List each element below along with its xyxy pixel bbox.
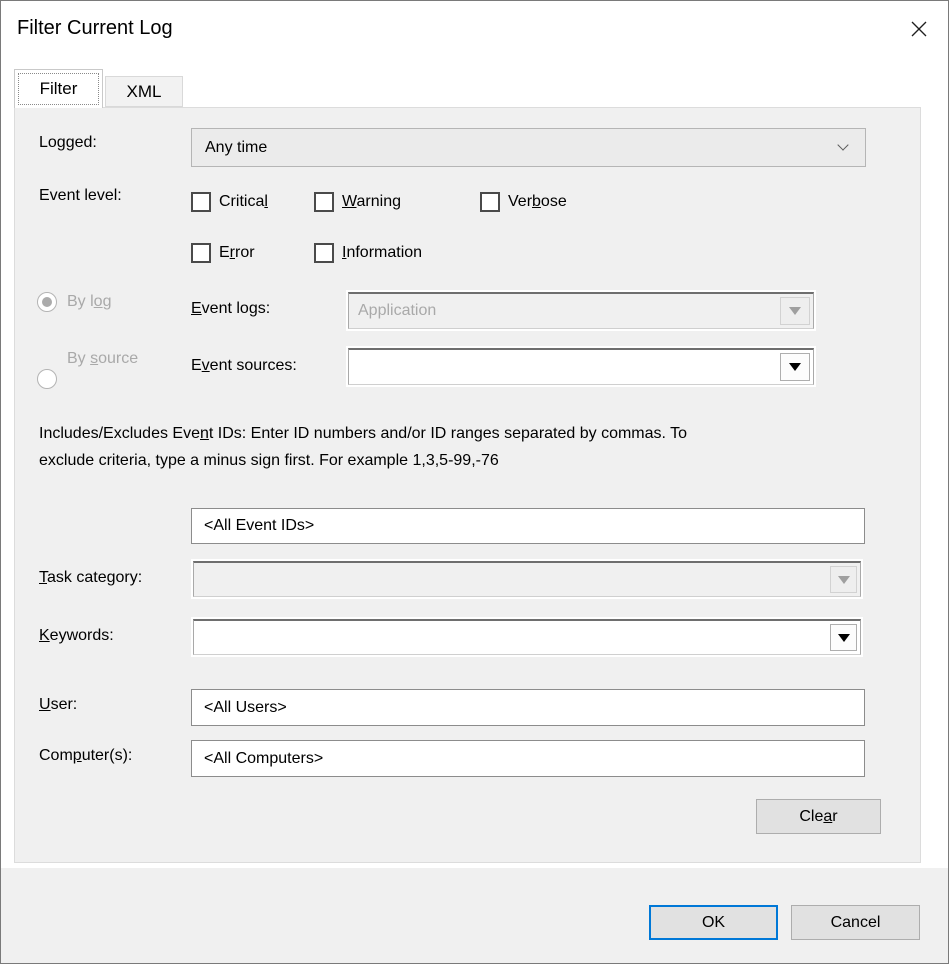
keywords-dropdown-button[interactable]: [830, 624, 857, 651]
event-sources-dropdown-button[interactable]: [780, 353, 810, 381]
computers-input[interactable]: [191, 740, 865, 777]
critical-label: Critical: [219, 193, 268, 210]
tab-xml[interactable]: XML: [105, 76, 183, 107]
triangle-down-icon: [789, 363, 801, 371]
event-logs-combobox: Application: [346, 290, 816, 331]
information-label: Information: [342, 244, 423, 261]
warning-checkbox[interactable]: [314, 192, 334, 212]
keywords-label: Keywords:: [39, 627, 114, 644]
triangle-down-icon: [789, 307, 801, 315]
cancel-button-label: Cancel: [830, 913, 881, 931]
verbose-checkbox[interactable]: [480, 192, 500, 212]
ok-button-label: OK: [701, 913, 726, 931]
event-sources-label: Event sources:: [191, 357, 297, 374]
event-sources-combobox[interactable]: [346, 346, 816, 387]
logged-label: Logged:: [39, 134, 97, 151]
task-category-label: Task category:: [39, 569, 143, 586]
critical-checkbox[interactable]: [191, 192, 211, 212]
triangle-down-icon: [837, 633, 850, 642]
error-label: Error: [219, 244, 255, 261]
clear-button[interactable]: Clear: [756, 799, 881, 834]
event-ids-description-line2: exclude criteria, type a minus sign firs…: [39, 452, 499, 469]
task-category-combobox: [191, 559, 863, 599]
by-log-radio: [37, 292, 57, 312]
user-label: User:: [39, 696, 78, 713]
filter-current-log-dialog: Filter Current Log Filter XML Logged: An…: [0, 0, 949, 964]
by-source-radio: [37, 369, 57, 389]
dialog-title: Filter Current Log: [17, 17, 173, 39]
keywords-combobox[interactable]: [191, 617, 863, 657]
chevron-down-icon: [837, 138, 849, 151]
event-logs-label: Event logs:: [191, 300, 271, 317]
event-ids-input[interactable]: [191, 508, 865, 544]
logged-dropdown[interactable]: Any time: [191, 128, 866, 167]
tab-xml-label: XML: [126, 81, 162, 101]
tab-filter[interactable]: Filter: [14, 69, 103, 108]
logged-value: Any time: [205, 138, 268, 156]
close-icon: [911, 21, 927, 37]
event-logs-value: Application: [358, 302, 437, 319]
event-ids-description-line1: Includes/Excludes Event IDs: Enter ID nu…: [39, 425, 688, 442]
user-input[interactable]: [191, 689, 865, 726]
verbose-label: Verbose: [508, 193, 567, 210]
close-button[interactable]: [904, 14, 934, 44]
information-checkbox[interactable]: [314, 243, 334, 263]
computers-label: Computer(s):: [39, 747, 133, 764]
clear-button-label: Clear: [799, 807, 838, 825]
ok-button[interactable]: OK: [649, 905, 778, 940]
task-category-dropdown-button: [830, 566, 857, 593]
error-checkbox[interactable]: [191, 243, 211, 263]
event-level-label: Event level:: [39, 187, 122, 204]
warning-label: Warning: [342, 193, 401, 210]
triangle-down-icon: [837, 575, 850, 584]
tab-filter-label: Filter: [39, 79, 78, 98]
cancel-button[interactable]: Cancel: [791, 905, 920, 940]
by-source-label: By source: [67, 350, 139, 367]
by-log-label: By log: [67, 293, 112, 310]
event-logs-dropdown-button: [780, 297, 810, 325]
